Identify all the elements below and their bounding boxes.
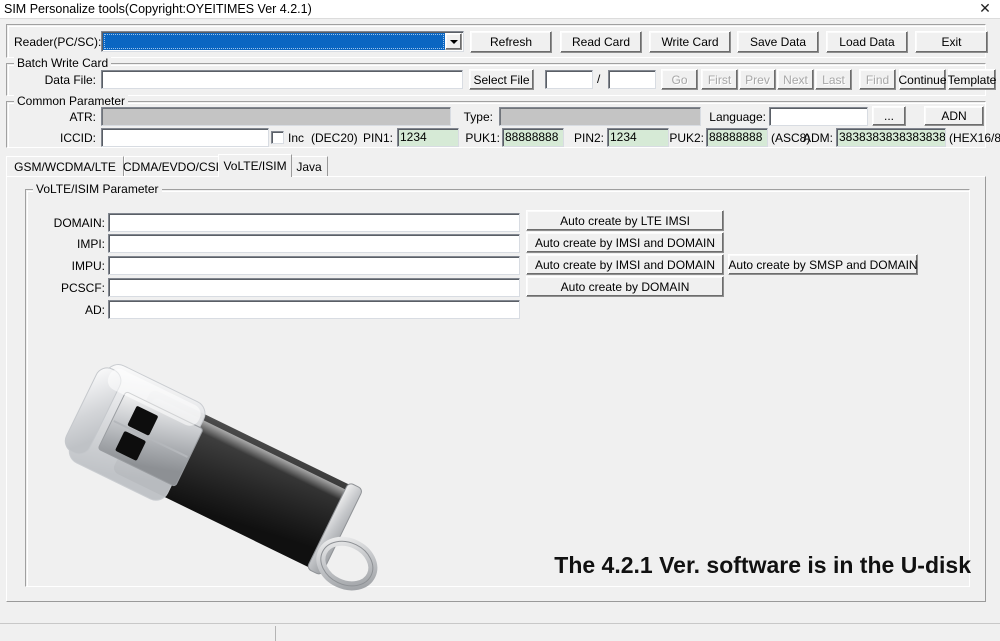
atr-field — [101, 107, 451, 126]
hex-format-label: (HEX16/8) — [949, 130, 1000, 146]
language-label: Language: — [704, 109, 766, 125]
pin1-input[interactable]: 1234 — [397, 128, 459, 147]
tab-volte-isim[interactable]: VoLTE/ISIM — [218, 154, 292, 177]
title-bar: SIM Personalize tools(Copyright:OYEITIME… — [0, 0, 1000, 18]
auto-create-by-imsi-and-domain-button-1[interactable]: Auto create by IMSI and DOMAIN — [526, 232, 724, 253]
language-field[interactable] — [769, 107, 868, 126]
go-button[interactable]: Go — [661, 69, 698, 90]
auto-create-by-smsp-and-domain-button[interactable]: Auto create by SMSP and DOMAIN — [728, 254, 918, 275]
first-button[interactable]: First — [701, 69, 738, 90]
impi-label: IMPI: — [37, 236, 105, 252]
puk2-label: PUK2: — [666, 130, 704, 146]
usb-flash-drive-photo — [52, 352, 402, 597]
prev-button[interactable]: Prev — [739, 69, 776, 90]
impi-input[interactable] — [108, 234, 520, 253]
iccid-input[interactable] — [101, 128, 269, 147]
adm-label: ADM: — [801, 130, 833, 146]
application-window: SIM Personalize tools(Copyright:OYEITIME… — [0, 0, 1000, 641]
impu-input[interactable] — [108, 256, 520, 275]
pin2-input[interactable]: 1234 — [607, 128, 669, 147]
type-label: Type: — [455, 109, 493, 125]
batch-write-card-title: Batch Write Card — [14, 57, 111, 69]
select-file-button[interactable]: Select File — [469, 69, 534, 90]
volte-isim-parameter-title: VoLTE/ISIM Parameter — [33, 183, 162, 195]
tab-gsm-wcdma-lte[interactable]: GSM/WCDMA/LTE — [6, 156, 124, 176]
puk1-input[interactable]: 88888888 — [502, 128, 564, 147]
impu-label: IMPU: — [37, 258, 105, 274]
ad-label: AD: — [37, 302, 105, 318]
last-button[interactable]: Last — [815, 69, 852, 90]
close-icon[interactable]: ✕ — [974, 0, 996, 18]
reader-select[interactable] — [101, 31, 464, 52]
domain-input[interactable] — [108, 213, 520, 232]
client-area: Reader(PC/SC): Refresh Read Card Write C… — [0, 18, 1000, 623]
save-data-button[interactable]: Save Data — [737, 31, 819, 53]
tab-page-volte-isim: VoLTE/ISIM Parameter DOMAIN: IMPI: IMPU:… — [6, 176, 986, 602]
atr-label: ATR: — [14, 109, 96, 125]
continue-button[interactable]: Continue — [899, 69, 946, 90]
find-button[interactable]: Find — [859, 69, 896, 90]
refresh-button[interactable]: Refresh — [470, 31, 552, 53]
auto-create-by-lte-imsi-button[interactable]: Auto create by LTE IMSI — [526, 210, 724, 231]
reader-select-value — [103, 33, 445, 50]
pcscf-input[interactable] — [108, 278, 520, 297]
puk2-input[interactable]: 88888888 — [706, 128, 768, 147]
auto-create-by-domain-button[interactable]: Auto create by DOMAIN — [526, 276, 724, 297]
exit-button[interactable]: Exit — [915, 31, 988, 53]
inc-label: Inc — [288, 130, 308, 146]
record-index-input[interactable] — [545, 70, 593, 89]
template-button[interactable]: Template — [948, 69, 996, 90]
language-browse-button[interactable]: ... — [872, 106, 906, 126]
domain-label: DOMAIN: — [37, 215, 105, 231]
load-data-button[interactable]: Load Data — [826, 31, 908, 53]
type-field — [499, 107, 701, 126]
adn-button[interactable]: ADN — [924, 106, 984, 126]
auto-create-by-imsi-and-domain-button-2[interactable]: Auto create by IMSI and DOMAIN — [526, 254, 724, 275]
pin1-label: PIN1: — [355, 130, 393, 146]
index-separator: / — [597, 71, 607, 87]
tab-cdma-evdo-csim[interactable]: CDMA/EVDO/CSIM — [124, 156, 228, 176]
record-total-input[interactable] — [608, 70, 656, 89]
status-bar-divider — [275, 626, 276, 641]
reader-label: Reader(PC/SC): — [14, 34, 96, 50]
iccid-label: ICCID: — [14, 130, 96, 146]
write-card-button[interactable]: Write Card — [649, 31, 731, 53]
pin2-label: PIN2: — [566, 130, 604, 146]
data-file-input[interactable] — [101, 70, 463, 89]
tab-java[interactable]: Java — [290, 156, 328, 176]
promo-text: The 4.2.1 Ver. software is in the U-disk — [554, 552, 971, 579]
pcscf-label: PCSCF: — [37, 280, 105, 296]
tab-strip: GSM/WCDMA/LTE CDMA/EVDO/CSIM VoLTE/ISIM … — [6, 154, 986, 176]
status-bar — [0, 623, 1000, 641]
next-button[interactable]: Next — [777, 69, 814, 90]
adm-input[interactable]: 3838383838383838 — [836, 128, 946, 147]
inc-checkbox[interactable] — [271, 131, 284, 144]
ad-input[interactable] — [108, 300, 520, 319]
chevron-down-icon[interactable] — [445, 33, 462, 50]
data-file-label: Data File: — [14, 72, 96, 88]
window-title: SIM Personalize tools(Copyright:OYEITIME… — [4, 1, 312, 17]
puk1-label: PUK1: — [462, 130, 500, 146]
read-card-button[interactable]: Read Card — [560, 31, 642, 53]
common-parameter-title: Common Parameter — [14, 95, 128, 107]
